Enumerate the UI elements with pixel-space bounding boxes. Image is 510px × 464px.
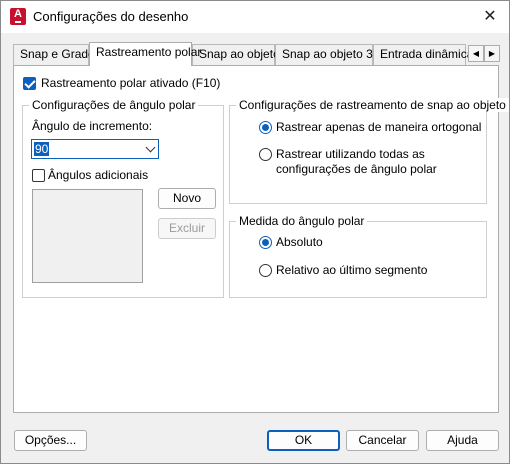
tab-snap-objeto[interactable]: Snap ao objeto bbox=[192, 44, 280, 65]
additional-angles-checkbox[interactable] bbox=[32, 169, 45, 182]
ok-button[interactable]: OK bbox=[267, 430, 340, 451]
angle-settings-title: Configurações de ângulo polar bbox=[29, 98, 199, 112]
snap-tracking-group: Configurações de rastreamento de snap ao… bbox=[229, 98, 509, 204]
track-all-angles-label-line1: Rastrear utilizando todas as bbox=[276, 147, 425, 161]
polar-tracking-checkbox[interactable] bbox=[23, 77, 36, 90]
chevron-down-icon bbox=[145, 142, 156, 153]
tab-snap-objeto-3d[interactable]: Snap ao objeto 3D bbox=[275, 44, 381, 65]
additional-angles-list[interactable] bbox=[32, 189, 143, 283]
polar-tracking-label: Rastreamento polar ativado (F10) bbox=[41, 76, 221, 90]
relative-last-segment-radio[interactable] bbox=[259, 264, 272, 277]
app-icon-letter: A bbox=[14, 8, 22, 20]
track-all-angles-label-line2: configurações de ângulo polar bbox=[276, 162, 437, 176]
track-all-angles-radio[interactable] bbox=[259, 148, 272, 161]
track-orthogonal-radio[interactable] bbox=[259, 121, 272, 134]
tab-scroll-right-icon[interactable]: ▶ bbox=[484, 45, 500, 62]
drawing-settings-dialog: A Configurações do desenho ✕ Snap e Grad… bbox=[0, 0, 510, 464]
new-angle-button[interactable]: Novo bbox=[158, 188, 216, 209]
tab-entrada-dinamica[interactable]: Entrada dinâmica bbox=[373, 44, 473, 65]
autocad-app-icon: A bbox=[10, 8, 26, 25]
tab-rastreamento-polar[interactable]: Rastreamento polar bbox=[89, 42, 201, 66]
window-title: Configurações do desenho bbox=[33, 9, 189, 24]
absolute-radio[interactable] bbox=[259, 236, 272, 249]
angle-settings-group: Configurações de ângulo polar Ângulo de … bbox=[22, 98, 224, 298]
close-icon[interactable]: ✕ bbox=[477, 5, 503, 29]
relative-last-segment-label: Relativo ao último segmento bbox=[276, 263, 428, 277]
tab-scroll-left-icon[interactable]: ◀ bbox=[468, 45, 484, 62]
title-bar: A Configurações do desenho ✕ bbox=[1, 1, 509, 33]
increment-angle-label: Ângulo de incremento: bbox=[32, 119, 153, 133]
increment-angle-select[interactable]: 90 bbox=[31, 139, 159, 159]
snap-tracking-title: Configurações de rastreamento de snap ao… bbox=[236, 98, 509, 112]
increment-angle-value: 90 bbox=[34, 142, 50, 156]
angle-measure-group: Medida do ângulo polar Absoluto Relativo… bbox=[229, 214, 487, 298]
cancel-button[interactable]: Cancelar bbox=[346, 430, 419, 451]
options-button[interactable]: Opções... bbox=[14, 430, 87, 451]
tab-panel-rastreamento-polar: Rastreamento polar ativado (F10) Configu… bbox=[13, 65, 509, 413]
track-orthogonal-label: Rastrear apenas de maneira ortogonal bbox=[276, 120, 482, 134]
angle-measure-title: Medida do ângulo polar bbox=[236, 214, 368, 228]
help-button[interactable]: Ajuda bbox=[426, 430, 499, 451]
absolute-label: Absoluto bbox=[276, 235, 323, 249]
delete-angle-button[interactable]: Excluir bbox=[158, 218, 216, 239]
tab-snap-grade[interactable]: Snap e Grade bbox=[13, 44, 95, 65]
additional-angles-label: Ângulos adicionais bbox=[48, 168, 149, 182]
tab-strip: Snap e Grade Rastreamento polar Snap ao … bbox=[13, 42, 500, 66]
